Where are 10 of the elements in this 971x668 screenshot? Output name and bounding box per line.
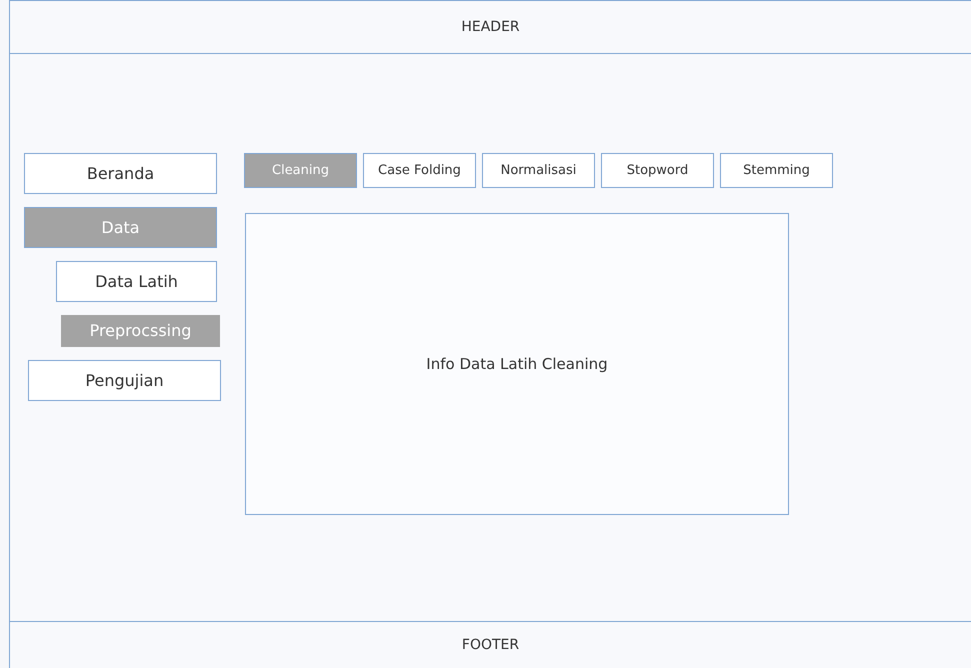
footer-title: FOOTER	[462, 636, 520, 654]
header-title: HEADER	[461, 18, 520, 36]
sidebar-item[interactable]: Data Latih	[56, 261, 217, 302]
tab[interactable]: Stemming	[720, 153, 833, 188]
sidebar-item[interactable]: Pengujian	[28, 360, 221, 401]
tab[interactable]: Stopword	[601, 153, 714, 188]
tab[interactable]: Case Folding	[363, 153, 476, 188]
content-text: Info Data Latih Cleaning	[426, 354, 608, 375]
tab[interactable]: Normalisasi	[482, 153, 595, 188]
sidebar-item[interactable]: Beranda	[24, 153, 217, 194]
